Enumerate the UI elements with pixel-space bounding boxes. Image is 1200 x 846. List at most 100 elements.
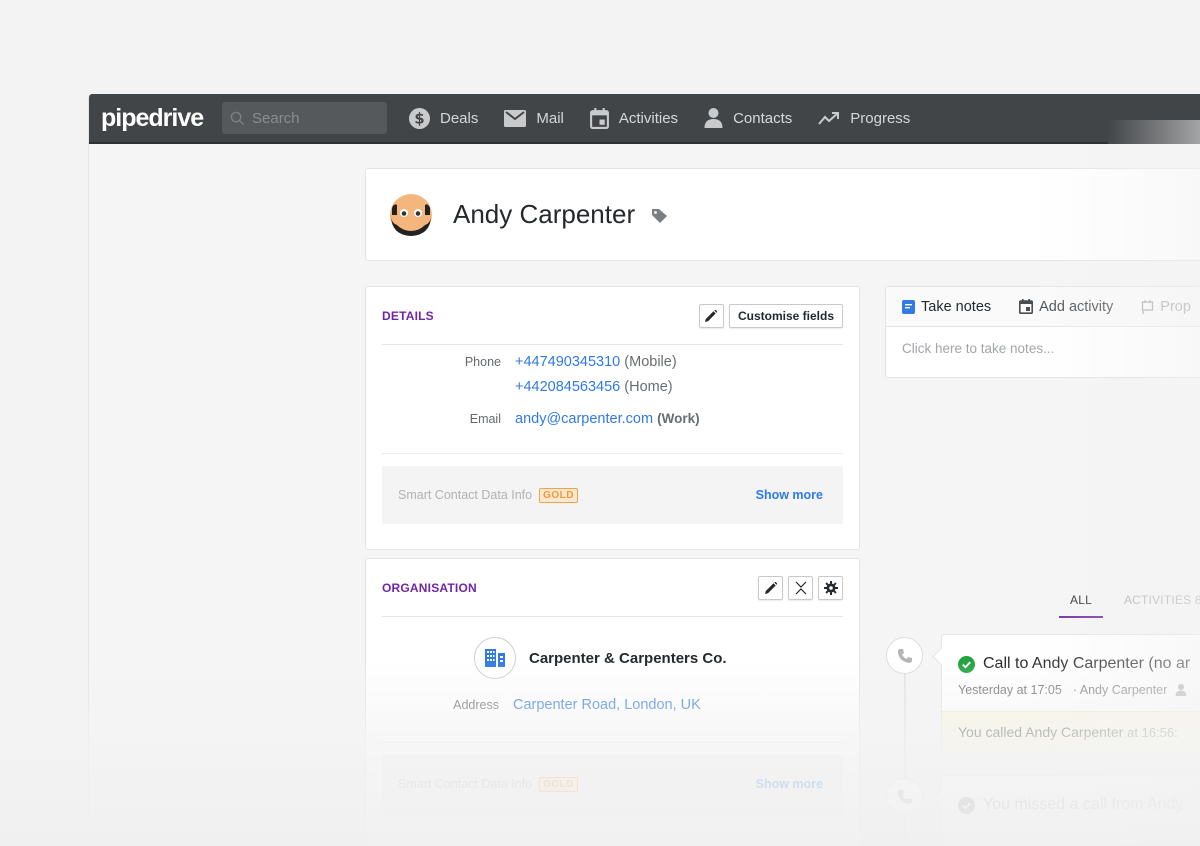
notes-input[interactable]: Click here to take notes... [886, 327, 1200, 370]
activity-time: Yesterday at 17:05 [958, 683, 1062, 697]
show-more-link[interactable]: Show more [756, 777, 823, 791]
activity-card[interactable]: Call to Andy Carpenter (no ar Yesterday … [941, 634, 1200, 752]
organisation-avatar [474, 637, 516, 679]
nav-contacts-label: Contacts [733, 109, 793, 127]
top-navigation-bar: pipedrive $ Deals Mail Activities Contac… [89, 94, 1200, 144]
pencil-icon [764, 581, 777, 594]
organisation-title: ORGANISATION [382, 580, 477, 595]
phone-label: Phone [464, 355, 501, 369]
call-note-prefix: You called [958, 724, 1023, 740]
search-icon [230, 111, 245, 125]
search-input[interactable] [252, 109, 372, 127]
nav-activities-label: Activities [618, 109, 679, 127]
person-icon [1175, 684, 1187, 696]
phone-home-type: (Home) [624, 379, 673, 395]
details-card: DETAILS Customise fields Phone +44749034… [365, 286, 860, 550]
edit-organisation-button[interactable] [758, 575, 783, 600]
tab-add-activity[interactable]: Add activity [1019, 299, 1113, 315]
nav-mail-label: Mail [536, 109, 564, 127]
done-check-icon[interactable] [958, 796, 975, 814]
nav-progress[interactable]: Progress [818, 110, 910, 127]
phone-icon [897, 648, 912, 663]
activity-card[interactable]: You missed a call from Andy [941, 775, 1200, 846]
person-header: Andy Carpenter [365, 168, 1200, 261]
phone-mobile-link[interactable]: +447490345310 [515, 354, 620, 370]
topbar-fade [1108, 120, 1200, 144]
nav-deals-label: Deals [440, 109, 479, 127]
phone-row: Phone +447490345310 (Mobile) [366, 354, 859, 370]
timeline-call-marker [886, 637, 923, 674]
nav-deals[interactable]: $ Deals [409, 107, 479, 129]
person-name: Andy Carpenter [453, 199, 636, 229]
pencil-icon [705, 309, 718, 322]
smart-contact-label: Smart Contact Data Info [398, 488, 533, 502]
activity-title: You missed a call from Andy [983, 796, 1184, 813]
history-filter-tabs: ALL ACTIVITIES 8 [1059, 589, 1200, 618]
call-note-name: Andy Carpenter [1025, 724, 1124, 740]
dollar-circle-icon: $ [409, 107, 430, 129]
composer-tabs: Take notes Add activity Prop [886, 287, 1200, 327]
app-window: pipedrive $ Deals Mail Activities Contac… [88, 94, 1200, 846]
bald-man-avatar-icon [390, 193, 432, 236]
call-note: You called Andy Carpenter at 16:56: [942, 711, 1200, 752]
phone-mobile-type: (Mobile) [624, 354, 677, 370]
email-type: (Work) [657, 411, 700, 426]
tab-all[interactable]: ALL [1059, 589, 1103, 618]
nav-progress-label: Progress [850, 109, 911, 127]
calendar-icon [589, 107, 609, 129]
timeline-line [904, 669, 906, 846]
smart-contact-label: Smart Contact Data Info [398, 777, 533, 791]
phone-row: +442084563456 (Home) [366, 379, 859, 395]
search-box[interactable] [222, 102, 387, 134]
proposal-icon [1142, 299, 1154, 314]
organisation-header: ORGANISATION [382, 559, 843, 617]
nav-mail[interactable]: Mail [504, 109, 564, 127]
organisation-settings-button[interactable] [818, 575, 843, 600]
notes-composer: Take notes Add activity Prop Click here … [885, 286, 1200, 378]
activity-person[interactable]: · Andy Carpenter [1073, 683, 1168, 697]
note-icon [902, 299, 915, 314]
details-title: DETAILS [382, 308, 434, 323]
phone-icon [897, 789, 912, 804]
pipedrive-logo[interactable]: pipedrive [101, 104, 221, 133]
smart-contact-box: Smart Contact Data Info GOLD Show more [382, 755, 843, 813]
call-note-time: at 16:56: [1127, 725, 1178, 740]
person-icon [704, 108, 723, 128]
done-check-icon[interactable] [958, 655, 975, 673]
address-label: Address [453, 698, 499, 712]
organisation-card: ORGANISATION Carpenter & Carpenters Co. … [365, 558, 860, 846]
email-link[interactable]: andy@carpenter.com [515, 411, 653, 427]
address-link[interactable]: Carpenter Road, London, UK [513, 697, 701, 713]
activity-title: Call to Andy Carpenter (no ar [983, 655, 1191, 672]
organisation-name[interactable]: Carpenter & Carpenters Co. [529, 650, 727, 667]
address-row: Address Carpenter Road, London, UK [366, 697, 859, 713]
unlink-organisation-button[interactable] [788, 575, 813, 600]
svg-text:$: $ [414, 110, 424, 127]
details-header: DETAILS Customise fields [382, 287, 843, 345]
customise-fields-button[interactable]: Customise fields [728, 303, 843, 328]
unlink-icon [795, 581, 806, 594]
envelope-icon [504, 109, 527, 127]
calendar-icon [1019, 299, 1034, 314]
tab-add-activity-label: Add activity [1039, 298, 1114, 315]
email-label: Email [469, 412, 501, 426]
phone-home-link[interactable]: +442084563456 [515, 379, 620, 395]
email-row: Email andy@carpenter.com (Work) [366, 411, 859, 427]
nav-activities[interactable]: Activities [589, 107, 679, 129]
gold-badge: GOLD [539, 776, 578, 792]
organisation-row[interactable]: Carpenter & Carpenters Co. [474, 637, 859, 679]
tab-take-notes-label: Take notes [921, 298, 992, 315]
building-icon [485, 649, 505, 667]
trend-up-icon [818, 112, 840, 125]
tab-proposal[interactable]: Prop [1141, 299, 1191, 315]
gold-badge: GOLD [539, 487, 578, 503]
timeline-call-marker [886, 778, 923, 815]
tab-proposal-label: Prop [1160, 298, 1191, 315]
smart-contact-box: Smart Contact Data Info GOLD Show more [382, 466, 843, 524]
tab-take-notes[interactable]: Take notes [902, 299, 991, 315]
edit-details-button[interactable] [698, 303, 724, 328]
tab-activities[interactable]: ACTIVITIES 8 [1113, 589, 1200, 618]
show-more-link[interactable]: Show more [756, 488, 823, 502]
nav-contacts[interactable]: Contacts [704, 108, 792, 128]
tag-icon[interactable] [652, 208, 668, 223]
